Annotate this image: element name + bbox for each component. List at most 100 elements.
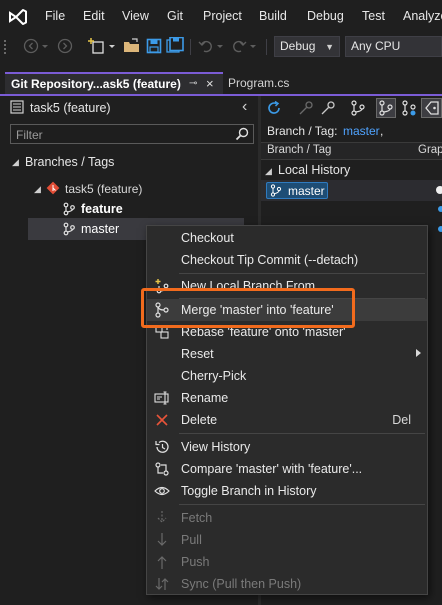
close-icon[interactable]: × xyxy=(206,76,214,91)
menu-item-label: Push xyxy=(181,555,210,569)
solution-configuration-select[interactable]: Debug ▼ xyxy=(274,36,340,57)
menu-item-cherry-pick[interactable]: Cherry-Pick xyxy=(147,365,427,387)
show-tags-icon[interactable] xyxy=(421,98,442,118)
standard-toolbar: Debug ▼ Any CPU xyxy=(0,34,442,60)
expand-arrow-icon[interactable]: ◢ xyxy=(34,184,41,195)
menu-item-push[interactable]: Push xyxy=(147,551,427,573)
sync-icon xyxy=(154,576,170,592)
branch-master[interactable]: master xyxy=(81,222,119,236)
menu-item-pull[interactable]: Pull xyxy=(147,529,427,551)
new-project-dropdown-icon[interactable] xyxy=(107,37,117,55)
show-remote-branches-icon[interactable] xyxy=(399,98,419,118)
solution-platform-select[interactable]: Any CPU xyxy=(345,36,442,57)
tab-git-repository[interactable]: Git Repository...ask5 (feature) ⊸ × xyxy=(5,72,223,94)
platform-value: Any CPU xyxy=(351,39,401,53)
back-dropdown-icon[interactable] xyxy=(40,37,50,55)
chevron-down-icon: ▼ xyxy=(325,42,334,52)
expand-arrow-icon[interactable]: ◢ xyxy=(265,166,272,177)
save-icon[interactable] xyxy=(145,37,163,55)
tab-label: Git Repository...ask5 (feature) xyxy=(11,77,181,91)
column-branch-tag[interactable]: Branch / Tag xyxy=(267,144,331,156)
branch-icon xyxy=(62,222,76,236)
menu-analyze[interactable]: Analyze xyxy=(403,9,442,23)
forward-icon[interactable] xyxy=(56,37,74,55)
collapse-pane-icon[interactable]: ‹ xyxy=(242,98,247,116)
delete-icon xyxy=(154,412,170,428)
menu-item-delete[interactable]: Delete Del xyxy=(147,409,427,431)
fetch-commit-icon[interactable] xyxy=(296,98,316,118)
branch-filter xyxy=(10,124,254,145)
menu-item-rename[interactable]: Rename xyxy=(147,387,427,409)
menu-item-checkout[interactable]: Checkout xyxy=(147,227,427,249)
menu-separator xyxy=(179,504,425,505)
save-all-icon[interactable] xyxy=(166,37,184,55)
menu-item-sync[interactable]: Sync (Pull then Push) xyxy=(147,573,427,595)
show-local-branches-icon[interactable] xyxy=(376,98,396,118)
menu-item-label: Fetch xyxy=(181,511,213,525)
back-icon[interactable] xyxy=(22,37,40,55)
visual-studio-logo-icon[interactable] xyxy=(8,8,28,26)
column-graph[interactable]: Grap xyxy=(418,144,442,156)
branch-icon xyxy=(270,184,282,200)
menu-item-fetch[interactable]: Fetch xyxy=(147,507,427,529)
menu-item-label: Rename xyxy=(181,391,229,405)
menu-item-label: Delete xyxy=(181,413,218,427)
menu-file[interactable]: File xyxy=(45,9,65,23)
repository-icon xyxy=(10,100,24,114)
menu-build[interactable]: Build xyxy=(259,9,287,23)
new-project-icon[interactable] xyxy=(88,37,106,55)
undo-dropdown-icon[interactable] xyxy=(215,37,225,55)
menu-bar: File Edit View Git Project Build Debug T… xyxy=(0,0,442,34)
menu-item-label: Pull xyxy=(181,533,202,547)
repository-node[interactable]: task5 (feature) xyxy=(65,182,142,196)
compare-icon xyxy=(154,461,170,477)
menu-item-compare[interactable]: Compare 'master' with 'feature'... xyxy=(147,458,427,480)
menu-edit[interactable]: Edit xyxy=(83,9,105,23)
menu-git[interactable]: Git xyxy=(167,9,183,23)
menu-separator xyxy=(179,273,425,274)
branches-tags-header: Branches / Tags xyxy=(25,155,115,169)
repository-title: task5 (feature) xyxy=(30,101,111,115)
menu-item-label: Reset xyxy=(181,347,214,361)
menu-test[interactable]: Test xyxy=(362,9,385,23)
configuration-value: Debug xyxy=(280,39,316,53)
submenu-arrow-icon xyxy=(416,349,421,357)
refresh-icon[interactable] xyxy=(264,98,284,118)
graph-node xyxy=(436,186,442,194)
merge-highlight-callout xyxy=(141,288,355,328)
branch-feature[interactable]: feature xyxy=(81,202,123,216)
menu-debug[interactable]: Debug xyxy=(307,9,344,23)
search-icon[interactable] xyxy=(235,127,249,144)
undo-icon[interactable] xyxy=(197,37,215,55)
push-icon xyxy=(154,554,170,570)
menu-item-reset[interactable]: Reset xyxy=(147,343,427,365)
open-folder-icon[interactable] xyxy=(123,37,141,55)
graph-node xyxy=(438,206,442,212)
branch-badge-label: master xyxy=(288,184,325,198)
redo-icon[interactable] xyxy=(230,37,248,55)
branch-badge: master xyxy=(266,182,328,199)
menu-item-view-history[interactable]: View History xyxy=(147,436,427,458)
graph-branch-icon[interactable] xyxy=(348,98,368,118)
toolbar-grip[interactable] xyxy=(4,40,8,54)
menu-item-checkout-tip-commit[interactable]: Checkout Tip Commit (--detach) xyxy=(147,249,427,271)
pull-icon xyxy=(154,532,170,548)
tab-label: Program.cs xyxy=(228,76,290,90)
local-history-header: Local History xyxy=(278,163,351,177)
menu-item-shortcut: Del xyxy=(392,413,411,427)
expand-arrow-icon[interactable]: ◢ xyxy=(12,157,19,168)
menu-item-toggle-branch[interactable]: Toggle Branch in History xyxy=(147,480,427,502)
menu-item-label: View History xyxy=(181,440,251,454)
branch-tag-suffix: , xyxy=(380,124,384,138)
redo-dropdown-icon[interactable] xyxy=(248,37,258,55)
menu-item-label: Compare 'master' with 'feature'... xyxy=(181,462,363,476)
filter-input[interactable] xyxy=(11,125,238,145)
fetch-icon xyxy=(154,510,170,526)
menu-project[interactable]: Project xyxy=(203,9,242,23)
pull-commit-icon[interactable] xyxy=(318,98,338,118)
pin-icon[interactable]: ⊸ xyxy=(189,78,197,89)
document-tab-bar: Git Repository...ask5 (feature) ⊸ × Prog… xyxy=(0,72,442,94)
branch-context-menu: Checkout Checkout Tip Commit (--detach) … xyxy=(146,225,428,595)
branch-tag-value[interactable]: master xyxy=(343,124,380,138)
menu-view[interactable]: View xyxy=(122,9,149,23)
